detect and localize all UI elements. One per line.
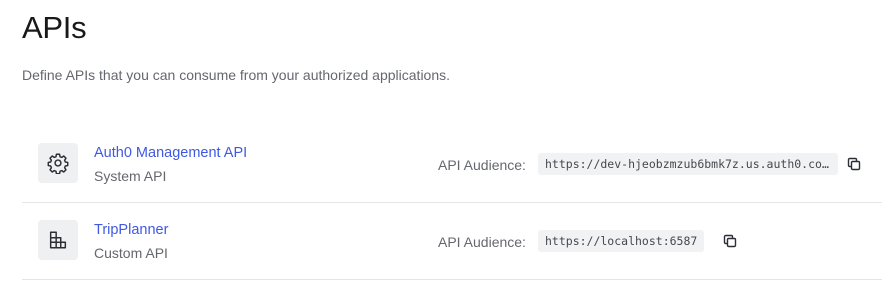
api-audience-label: API Audience:	[438, 234, 526, 250]
api-type: Custom API	[94, 245, 168, 261]
api-name-link[interactable]: TripPlanner	[94, 222, 168, 238]
page-description: Define APIs that you can consume from yo…	[22, 67, 451, 83]
api-audience-value: https://localhost:6587	[538, 230, 705, 252]
api-audience-label: API Audience:	[438, 157, 526, 173]
api-row[interactable]: Auth0 Management API System API API Audi…	[22, 126, 882, 203]
page-title: APIs	[22, 10, 87, 45]
apis-page: APIs Define APIs that you can consume fr…	[0, 0, 882, 308]
gear-icon	[38, 143, 78, 183]
api-name-link[interactable]: Auth0 Management API	[94, 145, 247, 161]
building-blocks-icon	[38, 220, 78, 260]
api-type: System API	[94, 168, 167, 184]
api-row[interactable]: TripPlanner Custom API API Audience: htt…	[22, 203, 882, 280]
api-list: Auth0 Management API System API API Audi…	[22, 126, 882, 280]
copy-icon[interactable]	[720, 231, 740, 251]
copy-icon[interactable]	[844, 154, 864, 174]
api-audience-value: https://dev-hjeobzmzub6bmk7z.us.auth0.co…	[538, 153, 838, 175]
